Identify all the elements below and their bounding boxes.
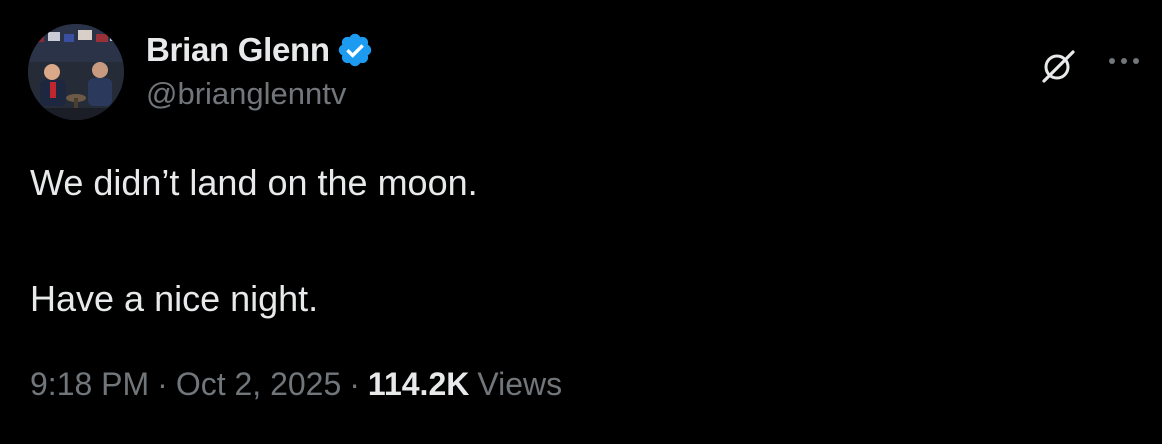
views-label: Views xyxy=(477,366,563,402)
meta-separator: · xyxy=(349,366,360,402)
tweet-text: We didn’t land on the moon. Have a nice … xyxy=(30,160,478,322)
tweet-date[interactable]: Oct 2, 2025 xyxy=(176,366,341,403)
tweet-line: Have a nice night. xyxy=(30,278,319,319)
grok-icon[interactable] xyxy=(1036,44,1080,88)
author-display-name[interactable]: Brian Glenn xyxy=(146,31,330,69)
tweet-time[interactable]: 9:18 PM xyxy=(30,366,149,403)
more-icon[interactable] xyxy=(1104,46,1144,76)
tweet-card: Brian Glenn @brianglenntv We didn’t land… xyxy=(0,0,1162,444)
avatar[interactable] xyxy=(28,24,124,120)
views-count[interactable]: 114.2K xyxy=(368,366,469,403)
avatar-photo xyxy=(28,24,124,120)
tweet-line: We didn’t land on the moon. xyxy=(30,162,478,203)
tweet-meta: 9:18 PM · Oct 2, 2025 · 114.2K Views xyxy=(30,366,562,403)
author-name-row: Brian Glenn xyxy=(146,28,374,72)
meta-separator: · xyxy=(157,366,168,402)
author-handle[interactable]: @brianglenntv xyxy=(146,76,374,112)
verified-badge-icon[interactable] xyxy=(336,31,374,69)
author-block: Brian Glenn @brianglenntv xyxy=(146,28,374,112)
